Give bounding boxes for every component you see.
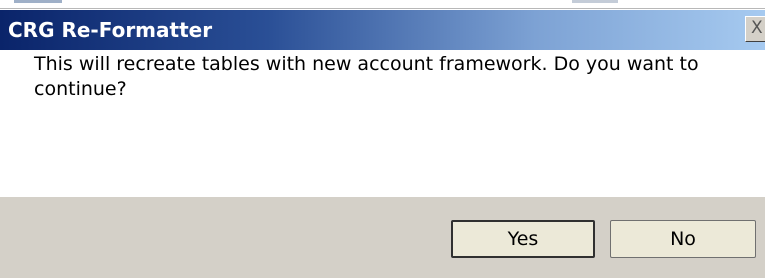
close-button[interactable]: X xyxy=(745,16,765,42)
divider xyxy=(0,8,765,9)
background-window-strip xyxy=(0,0,765,10)
no-button[interactable]: No xyxy=(610,220,756,258)
yes-button[interactable]: Yes xyxy=(451,220,595,258)
close-icon: X xyxy=(751,18,763,38)
dialog-message: This will recreate tables with new accou… xyxy=(34,53,699,100)
background-window-edge xyxy=(14,0,62,3)
background-window-edge xyxy=(572,0,618,3)
dialog-button-bar: Yes No xyxy=(0,197,765,278)
dialog-title-bar[interactable]: CRG Re-Formatter X xyxy=(0,10,765,50)
dialog-title: CRG Re-Formatter xyxy=(8,18,213,42)
